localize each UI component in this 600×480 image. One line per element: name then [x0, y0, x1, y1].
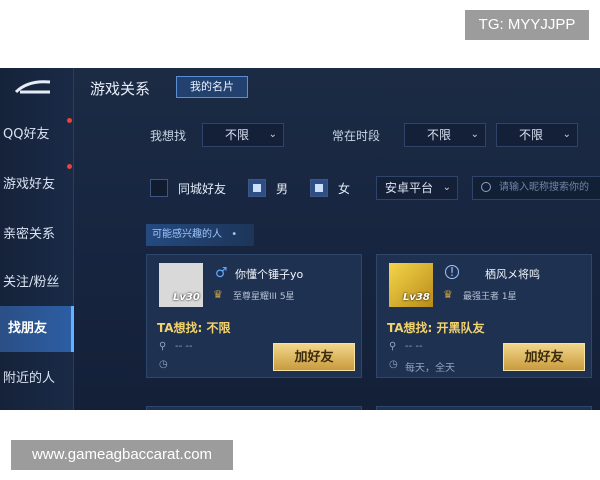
sidebar-item-label: 游戏好友	[3, 177, 56, 192]
sidebar-item-label: 亲密关系	[3, 227, 56, 242]
rank-icon: ♛	[213, 288, 223, 301]
sidebar-item-find-friends[interactable]: 找朋友	[0, 306, 74, 352]
rank-icon: ♛	[443, 288, 453, 301]
location-icon: ⚲	[389, 341, 397, 352]
player-name: 栖风メ将鸣	[485, 268, 540, 281]
chevron-down-icon: ⌄	[442, 182, 451, 193]
want-select[interactable]: 不限 ⌄	[202, 123, 284, 147]
platform-select[interactable]: 安卓平台 ⌄	[376, 176, 458, 200]
notification-dot-icon	[67, 164, 72, 169]
player-card-partial[interactable]	[376, 406, 592, 410]
want-value: 不限	[225, 128, 250, 142]
female-checkbox[interactable]	[310, 179, 328, 197]
male-checkbox[interactable]	[248, 179, 266, 197]
time-select-1[interactable]: 不限 ⌄	[404, 123, 486, 147]
player-name: 你懂个锤子yo	[235, 268, 304, 281]
female-label: 女	[338, 182, 351, 196]
avatar[interactable]: Lv38	[389, 263, 433, 307]
sidebar-item-label: 找朋友	[8, 321, 48, 336]
sidebar-item-label: 附近的人	[3, 371, 56, 386]
time-value-2: 不限	[519, 128, 544, 142]
dot-icon: •	[231, 229, 238, 240]
chevron-down-icon: ⌄	[470, 129, 479, 140]
search-icon	[481, 182, 491, 192]
tab-my-card[interactable]: 我的名片	[176, 76, 248, 98]
add-friend-button[interactable]: 加好友	[273, 343, 355, 371]
same-city-label: 同城好友	[178, 182, 227, 196]
clock-icon: ◷	[389, 359, 398, 370]
player-card[interactable]: Lv38 ! 栖风メ将鸣 ♛ 最强王者 1星 TA想找: 开黑队友 ⚲ -- -…	[376, 254, 592, 378]
sidebar-item-label: 关注/粉丝	[3, 275, 60, 290]
search-input[interactable]: 请输入昵称搜索你的	[472, 176, 600, 200]
ta-want: TA想找: 不限	[157, 321, 231, 335]
notification-dot-icon	[67, 118, 72, 123]
location-icon: ⚲	[159, 341, 167, 352]
clock-icon: ◷	[159, 359, 168, 370]
ta-want: TA想找: 开黑队友	[387, 321, 485, 335]
location-text: -- --	[175, 341, 193, 352]
sidebar: QQ好友 游戏好友 亲密关系 关注/粉丝 找朋友 附近的人	[0, 68, 74, 410]
player-card[interactable]: Lv30 ♂ 你懂个锤子yo ♛ 至尊星耀III 5星 TA想找: 不限 ⚲ -…	[146, 254, 362, 378]
time-label: 常在时段	[332, 129, 381, 143]
add-friend-button[interactable]: 加好友	[503, 343, 585, 371]
search-placeholder: 请输入昵称搜索你的	[499, 182, 589, 193]
watermark-bottom: www.gameagbaccarat.com	[11, 440, 233, 470]
section-tag-interested: 可能感兴趣的人 •	[146, 224, 254, 246]
game-window: QQ好友 游戏好友 亲密关系 关注/粉丝 找朋友 附近的人 游戏关系 我的名片 …	[0, 68, 600, 410]
time-text: 每天，全天	[405, 363, 455, 374]
section-tag-label: 可能感兴趣的人	[152, 229, 222, 240]
avatar[interactable]: Lv30	[159, 263, 203, 307]
sidebar-item-intimate[interactable]: 亲密关系	[0, 212, 74, 258]
chevron-down-icon: ⌄	[562, 129, 571, 140]
platform-value: 安卓平台	[385, 181, 434, 195]
sidebar-item-follow[interactable]: 关注/粉丝	[0, 260, 74, 306]
sidebar-item-nearby[interactable]: 附近的人	[0, 356, 74, 402]
male-label: 男	[276, 182, 289, 196]
male-gender-icon: ♂	[215, 265, 228, 281]
sidebar-item-label: QQ好友	[3, 127, 50, 142]
watermark-top: TG: MYYJJPP	[465, 10, 589, 40]
sidebar-item-game-friends[interactable]: 游戏好友	[0, 162, 74, 208]
time-select-2[interactable]: 不限 ⌄	[496, 123, 578, 147]
back-logo-icon[interactable]	[14, 78, 52, 96]
page-title: 游戏关系	[90, 80, 151, 98]
chevron-down-icon: ⌄	[268, 129, 277, 140]
gender-unknown-icon: !	[445, 265, 459, 279]
location-text: -- --	[405, 341, 423, 352]
sidebar-item-qq-friends[interactable]: QQ好友	[0, 112, 74, 158]
same-city-checkbox[interactable]	[150, 179, 168, 197]
level-badge: Lv38	[403, 292, 430, 303]
time-value-1: 不限	[427, 128, 452, 142]
want-label: 我想找	[150, 129, 187, 143]
level-badge: Lv30	[173, 292, 200, 303]
player-rank: 最强王者 1星	[463, 292, 517, 302]
player-rank: 至尊星耀III 5星	[233, 292, 295, 302]
player-card-partial[interactable]	[146, 406, 362, 410]
